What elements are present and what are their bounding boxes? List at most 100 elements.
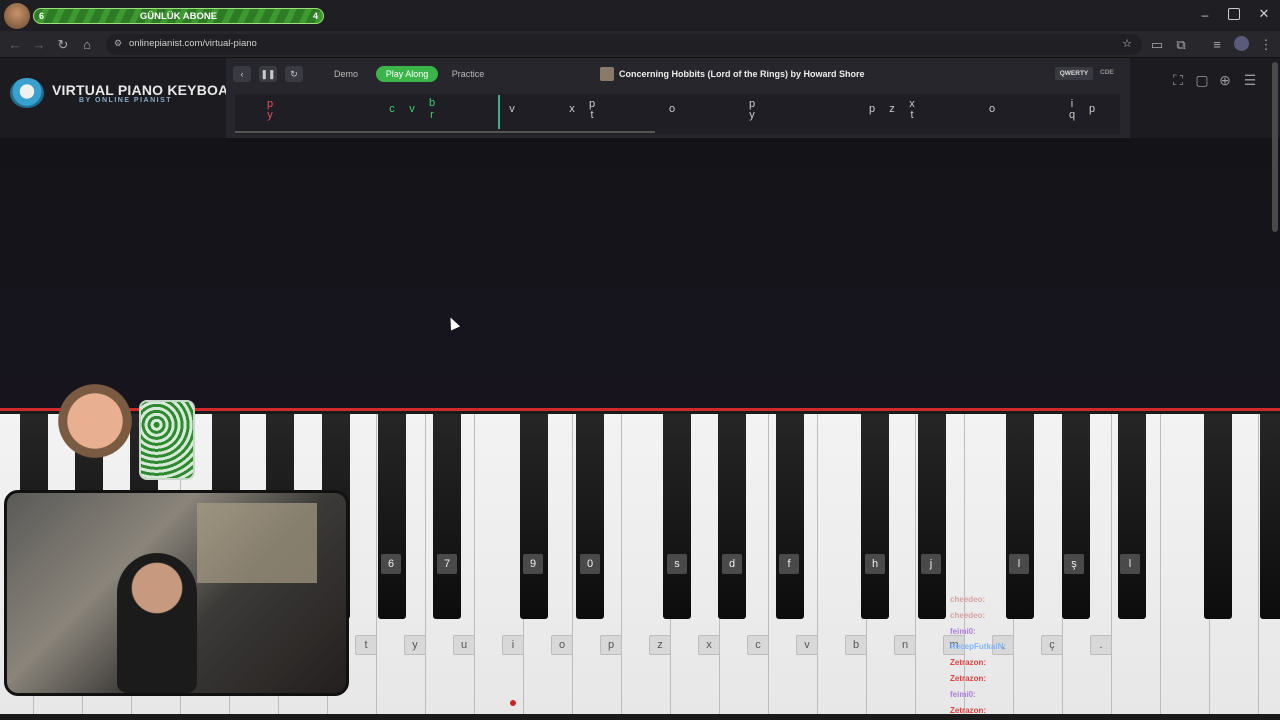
player-panel: ‹ ❚❚ ↻ Demo Play Along Practice Concerni…	[226, 58, 1130, 138]
song-progress[interactable]	[235, 131, 655, 133]
chat-message: cheedeo:	[950, 608, 1070, 624]
sub-goal-title: GÜNLÜK ABONE	[139, 11, 218, 22]
extensions-icon[interactable]: ⧉	[1171, 35, 1191, 55]
chat-message: Zetrazon:	[950, 703, 1070, 719]
black-key[interactable]	[861, 414, 889, 619]
layout-qwerty-toggle[interactable]: QWERTY	[1055, 67, 1093, 80]
back-icon[interactable]: ←	[5, 35, 25, 55]
chat-username: feimi0:	[950, 626, 976, 636]
black-key[interactable]	[433, 414, 461, 619]
url-text[interactable]: onlinepianist.com/virtual-piano	[129, 38, 257, 49]
logo-mascot-icon[interactable]	[10, 78, 44, 108]
black-key[interactable]	[776, 414, 804, 619]
black-key[interactable]	[918, 414, 946, 619]
mode-demo[interactable]: Demo	[325, 66, 367, 82]
black-key[interactable]	[520, 414, 548, 619]
mode-practice[interactable]: Practice	[446, 66, 490, 82]
white-key[interactable]	[1161, 414, 1210, 714]
cast-icon[interactable]: ▭	[1147, 35, 1167, 55]
black-key[interactable]	[1260, 414, 1280, 619]
home-icon[interactable]: ⌂	[77, 35, 97, 55]
pause-icon[interactable]: ❚❚	[259, 66, 277, 82]
white-key[interactable]	[475, 414, 524, 714]
sheet-note: p	[868, 103, 876, 115]
black-key-label: h	[865, 554, 885, 574]
chat-overlay: cheedeo: cheedeo: feimi0: RecepFutkaiN: Zetr…	[950, 592, 1070, 720]
sheet-note: v	[509, 103, 515, 115]
browser-menu-icon[interactable]: ⋮	[1256, 35, 1276, 55]
prev-icon[interactable]: ‹	[233, 66, 251, 82]
black-key-label: 0	[580, 554, 600, 574]
page-scrollbar[interactable]	[1272, 62, 1278, 232]
sheet-note: p	[1088, 103, 1096, 115]
sheet-note: o	[668, 103, 676, 115]
sheet-note: i	[1070, 98, 1074, 110]
song-thumbnail	[600, 67, 614, 81]
chat-message: feimi0:	[950, 687, 1070, 703]
close-window-icon[interactable]: ✕	[1256, 6, 1272, 22]
sheet-note: z	[889, 103, 895, 115]
white-key-label: .	[1090, 635, 1112, 655]
fullscreen-icon[interactable]: ⛶	[1169, 71, 1187, 89]
white-key[interactable]	[818, 414, 867, 714]
song-title[interactable]: Concerning Hobbits (Lord of the Rings) b…	[619, 69, 865, 79]
address-bar[interactable]: ⚙ onlinepianist.com/virtual-piano ☆	[106, 34, 1142, 55]
white-key-label: v	[796, 635, 818, 655]
language-globe-icon[interactable]: ⊕	[1216, 71, 1234, 89]
black-key[interactable]	[663, 414, 691, 619]
white-key-label: b	[845, 635, 867, 655]
black-key[interactable]	[1118, 414, 1146, 619]
chat-message: Zetrazon:	[950, 671, 1070, 687]
chat-username: feimi0:	[950, 689, 976, 699]
sheet-note: r	[430, 109, 434, 121]
chat-username: Zetrazon:	[950, 673, 986, 683]
mode-play-along[interactable]: Play Along	[376, 66, 438, 82]
star-icon[interactable]: ☆	[1122, 37, 1132, 50]
chat-username: cheedeo:	[950, 610, 986, 620]
restart-icon[interactable]: ↻	[285, 66, 303, 82]
sheet-note: b	[428, 97, 436, 109]
site-info-icon[interactable]: ⚙	[114, 38, 122, 49]
black-key-label: s	[667, 554, 687, 574]
reading-list-icon[interactable]: ≡	[1207, 35, 1227, 55]
black-key[interactable]	[576, 414, 604, 619]
reload-icon[interactable]: ↻	[53, 35, 73, 55]
sheet-note: x	[569, 103, 575, 115]
sheet-note: y	[267, 109, 273, 121]
sheet-note: t	[590, 109, 594, 121]
layout-cde-toggle[interactable]: CDE	[1100, 69, 1114, 76]
black-key-label: l	[1009, 554, 1029, 574]
black-key[interactable]	[1204, 414, 1232, 619]
black-key-label: f	[779, 554, 799, 574]
hamburger-menu-icon[interactable]: ☰	[1241, 71, 1259, 89]
white-key-label: t	[355, 635, 377, 655]
chat-message: cheedeo:	[950, 592, 1070, 608]
logo-title[interactable]: VIRTUAL PIANO KEYBOARD	[52, 82, 249, 98]
sheet-note: p	[588, 98, 596, 110]
playhead	[498, 95, 500, 129]
browser-toolbar: ← → ↻ ⌂ ⚙ onlinepianist.com/virtual-pian…	[0, 31, 1280, 58]
black-key[interactable]	[378, 414, 406, 619]
chat-icon[interactable]: ▢	[1193, 71, 1211, 89]
black-key-label: l	[1120, 554, 1140, 574]
white-key-label: c	[747, 635, 769, 655]
white-key-label: i	[502, 635, 524, 655]
chat-username: Zetrazon:	[950, 658, 986, 668]
minimize-icon[interactable]: –	[1198, 8, 1212, 22]
sub-goal-target: 4	[312, 11, 318, 21]
black-key[interactable]	[1062, 414, 1090, 619]
stage-area	[0, 138, 1280, 408]
chat-message: feimi0:	[950, 624, 1070, 640]
sheet-note: x	[909, 98, 915, 110]
black-key[interactable]	[1006, 414, 1034, 619]
restore-icon[interactable]	[1228, 8, 1240, 20]
sheet-note: p	[266, 98, 274, 110]
black-key[interactable]	[718, 414, 746, 619]
black-key-label: d	[722, 554, 742, 574]
black-key-label: 7	[437, 554, 457, 574]
logo-subtitle: BY ONLINE PIANIST	[79, 97, 173, 104]
forward-icon[interactable]: →	[29, 35, 49, 55]
white-key-label: n	[894, 635, 916, 655]
wall-map	[197, 503, 317, 583]
profile-avatar[interactable]	[1234, 36, 1249, 51]
